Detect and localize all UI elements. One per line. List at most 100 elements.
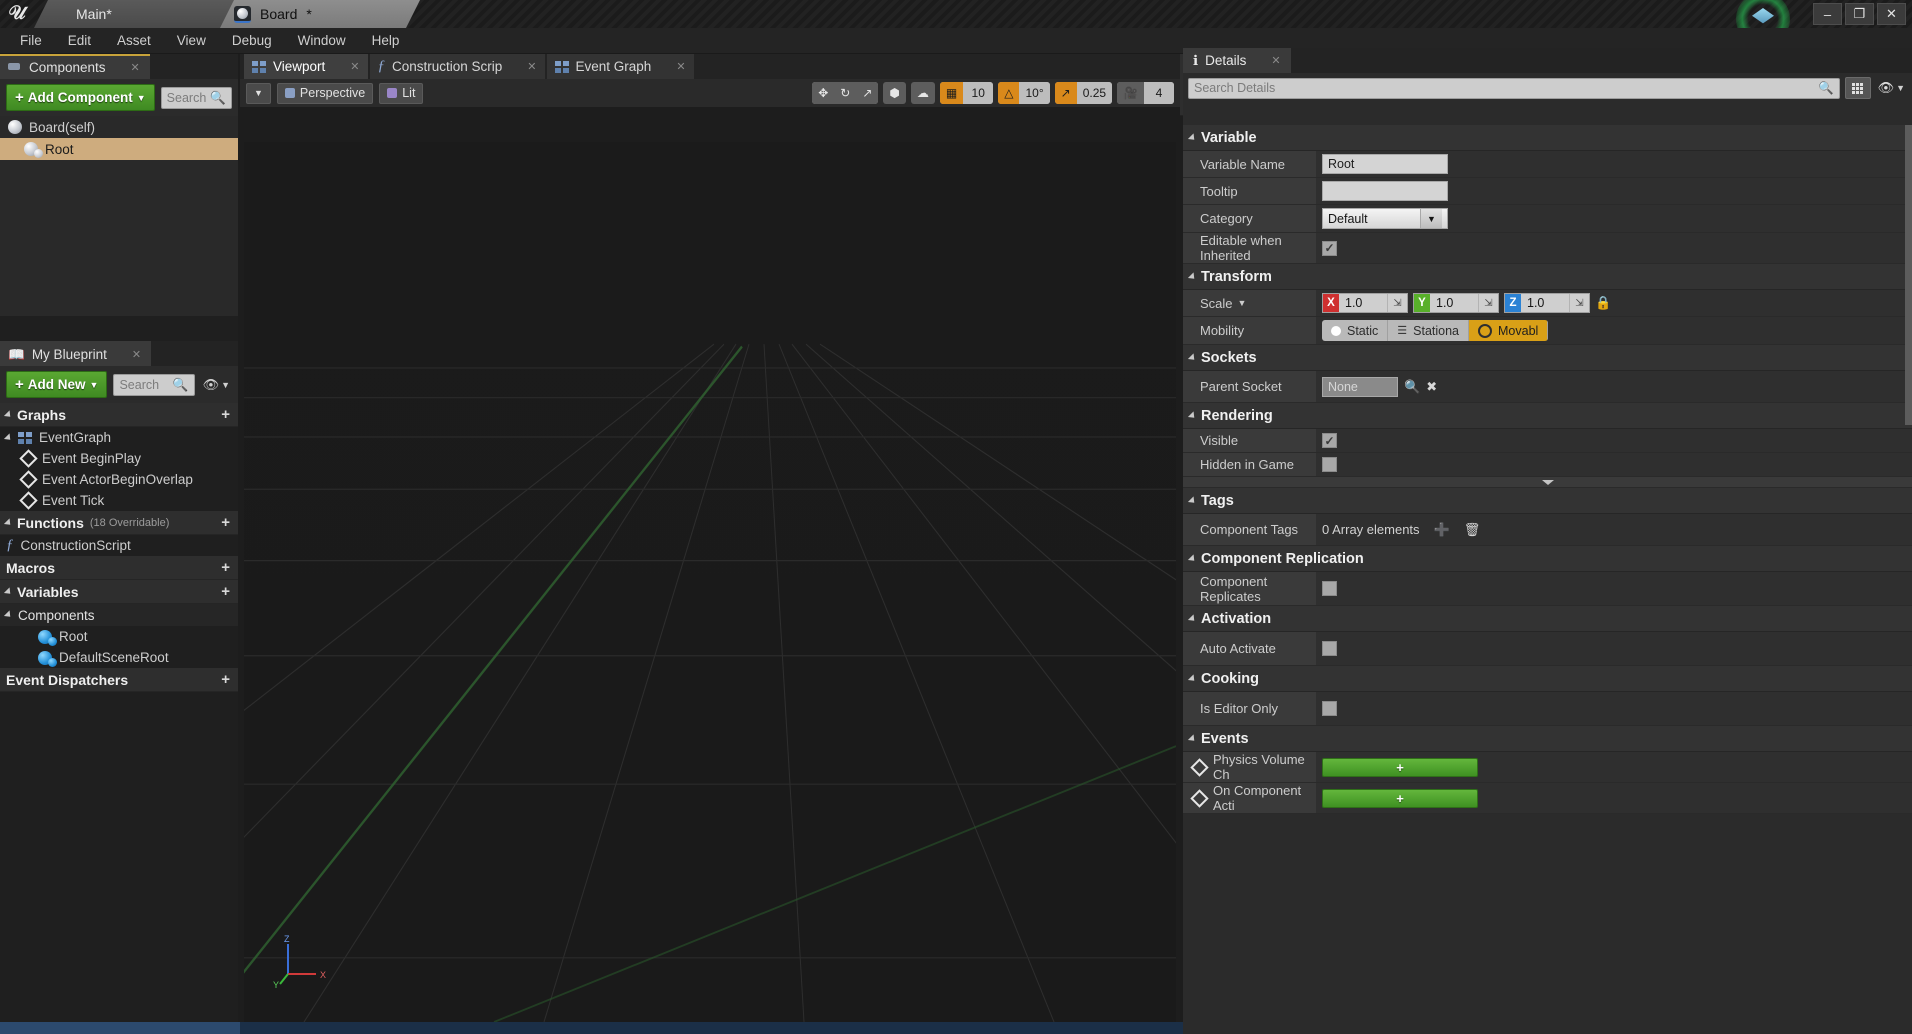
- add-new-button[interactable]: + Add New ▼: [6, 371, 107, 398]
- menu-edit[interactable]: Edit: [56, 30, 103, 51]
- camera-icon[interactable]: 🎥: [1117, 82, 1144, 104]
- add-event-dispatcher-button[interactable]: +: [221, 671, 230, 688]
- add-graph-button[interactable]: +: [221, 406, 230, 423]
- mobility-stationary-option[interactable]: ☰ Stationa: [1388, 320, 1469, 341]
- lock-icon[interactable]: 🔒: [1595, 295, 1611, 311]
- visible-checkbox[interactable]: ✓: [1322, 433, 1337, 448]
- category-events[interactable]: Events: [1183, 726, 1912, 752]
- close-icon[interactable]: ✕: [527, 60, 536, 73]
- mobility-static-option[interactable]: Static: [1322, 320, 1388, 341]
- close-icon[interactable]: ✕: [131, 61, 140, 74]
- trash-icon[interactable]: 🗑: [1464, 522, 1481, 538]
- tab-components[interactable]: Components ✕: [0, 54, 150, 79]
- spinner-icon[interactable]: ⇲: [1569, 294, 1589, 312]
- variable-item-defaultsceneroot[interactable]: DefaultSceneRoot: [0, 647, 238, 668]
- scale-snap-group[interactable]: ↗ 0.25: [1055, 82, 1112, 104]
- coordinate-space-group[interactable]: ⬢: [883, 82, 905, 104]
- variable-group-components[interactable]: Components: [0, 604, 238, 626]
- details-search-input[interactable]: Search Details 🔍: [1188, 78, 1840, 99]
- scale-snap-value[interactable]: 0.25: [1077, 82, 1112, 104]
- details-visibility-button[interactable]: 👁 ▼: [1876, 80, 1907, 96]
- transform-gizmo-group[interactable]: ✥ ↻ ↗: [812, 82, 878, 104]
- add-physics-volume-changed-event-button[interactable]: +: [1322, 758, 1478, 777]
- menu-asset[interactable]: Asset: [105, 30, 163, 51]
- menu-debug[interactable]: Debug: [220, 30, 284, 51]
- camera-speed-group[interactable]: 🎥 4: [1117, 82, 1174, 104]
- tab-my-blueprint[interactable]: 📖 My Blueprint ✕: [0, 341, 151, 366]
- tab-construction-script[interactable]: ƒ Construction Scrip ✕: [370, 54, 545, 79]
- maximize-button[interactable]: ❐: [1845, 3, 1874, 25]
- tooltip-input[interactable]: [1322, 181, 1448, 201]
- add-variable-button[interactable]: +: [221, 583, 230, 600]
- rotation-snap-icon[interactable]: △: [998, 82, 1019, 104]
- section-macros[interactable]: Macros +: [0, 556, 238, 580]
- category-transform[interactable]: Transform: [1183, 264, 1912, 290]
- my-blueprint-search-input[interactable]: Search 🔍: [113, 374, 194, 396]
- auto-activate-checkbox[interactable]: ✓: [1322, 641, 1337, 656]
- section-graphs[interactable]: Graphs +: [0, 403, 238, 427]
- chevron-down-icon[interactable]: ▼: [1238, 298, 1247, 308]
- component-replicates-checkbox[interactable]: ✓: [1322, 581, 1337, 596]
- details-vertical-scrollbar[interactable]: [1905, 125, 1912, 425]
- unreal-logo-icon[interactable]: 𝒰: [0, 0, 34, 28]
- add-component-button[interactable]: + Add Component ▼: [6, 84, 155, 111]
- scale-x-input[interactable]: X 1.0 ⇲: [1322, 293, 1408, 313]
- add-function-button[interactable]: +: [221, 514, 230, 531]
- world-space-icon[interactable]: ⬢: [883, 82, 905, 104]
- mobility-movable-option[interactable]: Movabl: [1469, 320, 1548, 341]
- lit-mode-button[interactable]: Lit: [379, 83, 423, 104]
- grid-snap-value[interactable]: 10: [963, 82, 993, 104]
- rotation-snap-group[interactable]: △ 10°: [998, 82, 1049, 104]
- viewport-3d[interactable]: Z X Y: [244, 142, 1176, 1022]
- grid-snap-icon[interactable]: ▦: [940, 82, 963, 104]
- menu-window[interactable]: Window: [286, 30, 358, 51]
- scale-y-input[interactable]: Y 1.0 ⇲: [1413, 293, 1499, 313]
- add-macro-button[interactable]: +: [221, 559, 230, 576]
- section-functions[interactable]: Functions (18 Overridable) +: [0, 511, 238, 535]
- close-icon[interactable]: ✕: [676, 60, 685, 73]
- components-search-input[interactable]: Search 🔍: [161, 87, 232, 109]
- section-event-dispatchers[interactable]: Event Dispatchers +: [0, 668, 238, 692]
- category-activation[interactable]: Activation: [1183, 606, 1912, 632]
- scale-snap-icon[interactable]: ↗: [1055, 82, 1077, 104]
- component-item-board-self[interactable]: Board(self): [0, 116, 238, 138]
- expand-more-properties-button[interactable]: [1183, 477, 1912, 488]
- camera-speed-value[interactable]: 4: [1144, 82, 1174, 104]
- minimize-button[interactable]: –: [1813, 3, 1842, 25]
- search-icon[interactable]: 🔍: [1404, 379, 1420, 395]
- editable-when-inherited-checkbox[interactable]: ✓: [1322, 241, 1337, 256]
- category-cooking[interactable]: Cooking: [1183, 666, 1912, 692]
- category-tags[interactable]: Tags: [1183, 488, 1912, 514]
- add-on-component-activated-event-button[interactable]: +: [1322, 789, 1478, 808]
- category-component-replication[interactable]: Component Replication: [1183, 546, 1912, 572]
- menu-view[interactable]: View: [165, 30, 218, 51]
- component-item-root[interactable]: Root: [0, 138, 238, 160]
- surface-snap-group[interactable]: ☁: [911, 82, 935, 104]
- translate-gizmo-icon[interactable]: ✥: [812, 82, 834, 104]
- plus-icon[interactable]: ➕: [1434, 522, 1450, 538]
- parent-socket-input[interactable]: None: [1322, 377, 1398, 397]
- category-rendering[interactable]: Rendering: [1183, 403, 1912, 429]
- display-options-button[interactable]: [1845, 77, 1871, 99]
- menu-help[interactable]: Help: [360, 30, 412, 51]
- event-item-tick[interactable]: Event Tick: [0, 490, 238, 511]
- visibility-options-button[interactable]: 👁 ▼: [201, 377, 232, 393]
- spinner-icon[interactable]: ⇲: [1478, 294, 1498, 312]
- function-item-constructionscript[interactable]: ƒ ConstructionScript: [0, 535, 238, 556]
- category-dropdown[interactable]: Default ▼: [1322, 208, 1448, 229]
- is-editor-only-checkbox[interactable]: ✓: [1322, 701, 1337, 716]
- rotation-snap-value[interactable]: 10°: [1019, 82, 1049, 104]
- view-mode-button[interactable]: Perspective: [277, 83, 373, 104]
- category-variable[interactable]: Variable: [1183, 125, 1912, 151]
- section-variables[interactable]: Variables +: [0, 580, 238, 604]
- tab-viewport[interactable]: Viewport ✕: [244, 54, 368, 79]
- viewport-options-button[interactable]: ▼: [246, 83, 271, 104]
- event-item-beginplay[interactable]: Event BeginPlay: [0, 448, 238, 469]
- window-tab-main[interactable]: Main *: [34, 0, 234, 28]
- surface-snap-icon[interactable]: ☁: [911, 82, 935, 104]
- graph-item-eventgraph[interactable]: EventGraph: [0, 427, 238, 448]
- grid-snap-group[interactable]: ▦ 10: [940, 82, 993, 104]
- event-item-actorbeginoverlap[interactable]: Event ActorBeginOverlap: [0, 469, 238, 490]
- clear-icon[interactable]: ✖: [1426, 379, 1437, 395]
- category-sockets[interactable]: Sockets: [1183, 345, 1912, 371]
